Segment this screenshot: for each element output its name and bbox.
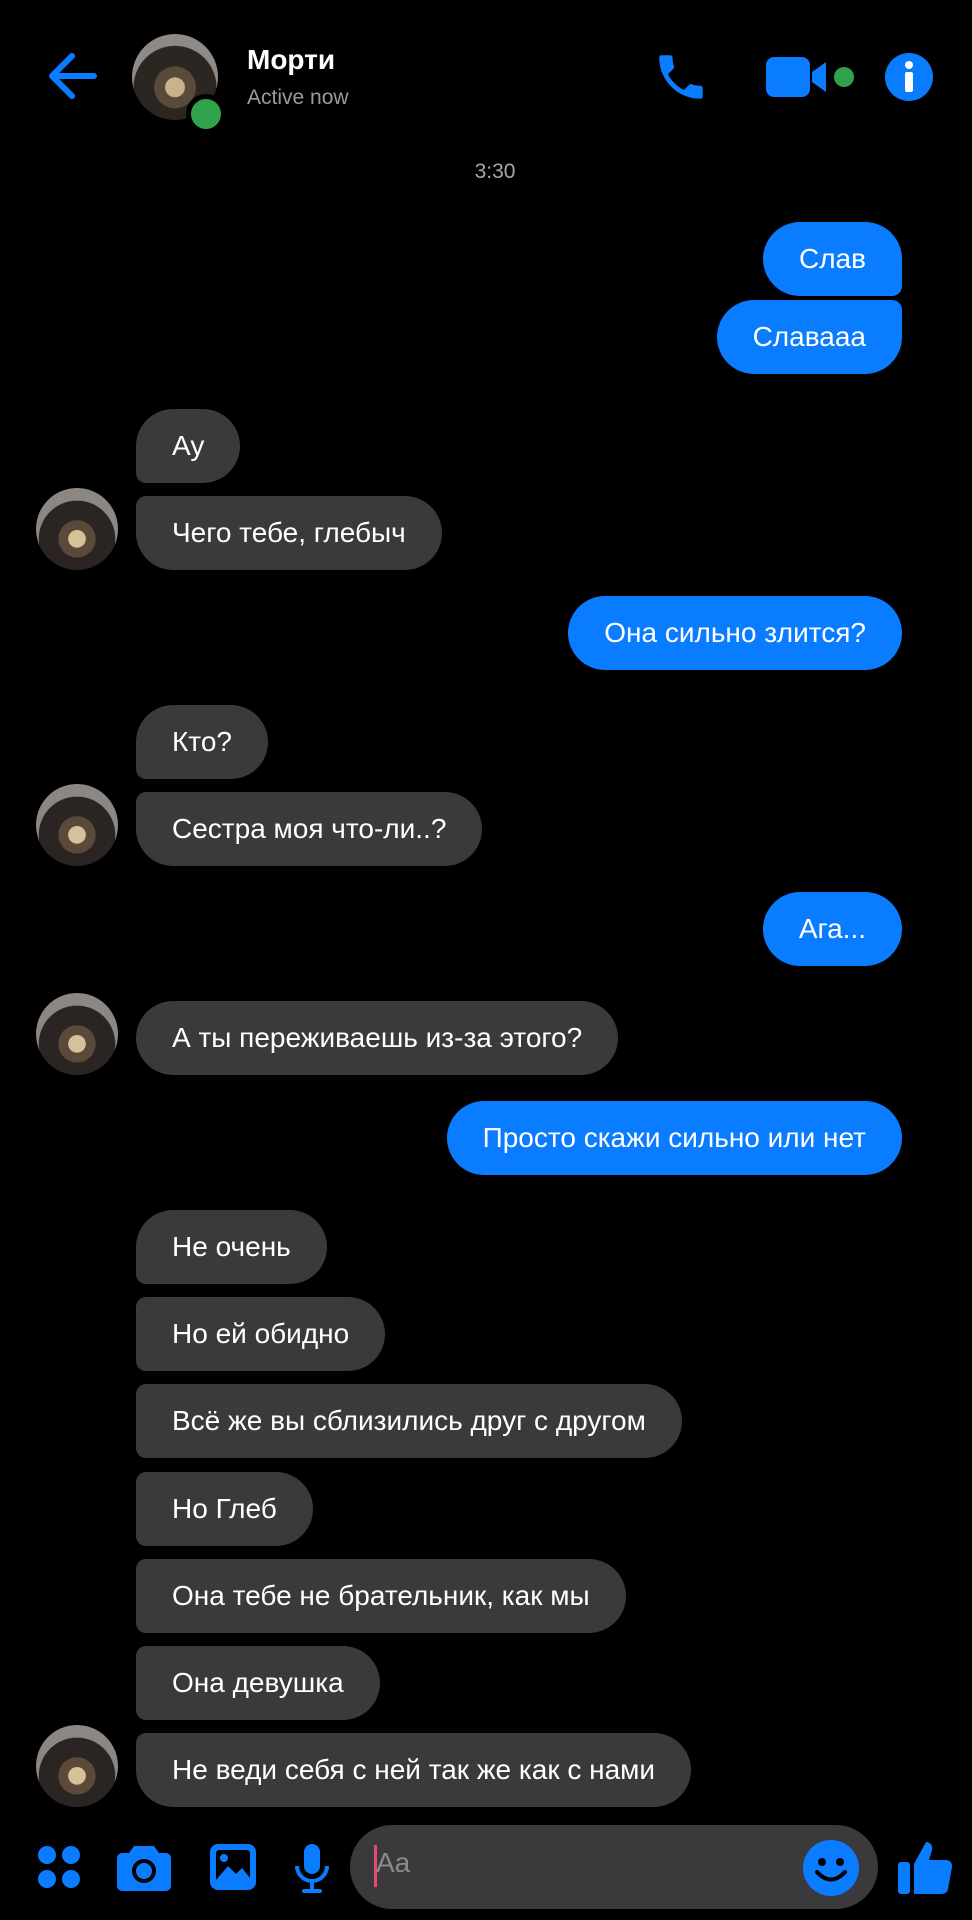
message-incoming[interactable]: Всё же вы сблизились друг с другом <box>136 1384 682 1458</box>
message-bubble[interactable]: Не веди себя с ней так же как с нами <box>136 1733 692 1807</box>
message-outgoing[interactable]: Ага... <box>762 892 902 966</box>
message-incoming[interactable]: Сестра моя что-ли..? <box>136 792 483 866</box>
message-bubble[interactable]: Она девушка <box>136 1646 380 1720</box>
message-bubble[interactable]: Сестра моя что-ли..? <box>136 792 483 866</box>
sender-avatar[interactable] <box>36 993 118 1075</box>
message-bubble[interactable]: Славааа <box>716 300 902 374</box>
message-outgoing[interactable]: Она сильно злится? <box>568 596 902 670</box>
message-outgoing[interactable]: Славааа <box>716 300 902 374</box>
message-composer: Aa <box>0 1810 972 1920</box>
message-incoming[interactable]: Но ей обидно <box>136 1297 386 1371</box>
contact-name[interactable]: Морти <box>247 44 335 76</box>
message-bubble[interactable]: Она тебе не брательник, как мы <box>136 1559 626 1633</box>
message-bubble[interactable]: Просто скажи сильно или нет <box>446 1101 902 1175</box>
message-bubble[interactable]: Она сильно злится? <box>568 596 902 670</box>
message-bubble[interactable]: Всё же вы сблизились друг с другом <box>136 1384 682 1458</box>
online-status-dot <box>186 94 226 134</box>
message-bubble[interactable]: Чего тебе, глебыч <box>136 496 442 570</box>
message-bubble[interactable]: Но ей обидно <box>136 1297 386 1371</box>
message-bubble[interactable]: Ага... <box>762 892 902 966</box>
back-arrow-icon[interactable] <box>44 46 102 106</box>
sender-avatar[interactable] <box>36 1725 118 1807</box>
message-outgoing[interactable]: Слав <box>762 222 902 296</box>
message-incoming[interactable]: Но Глеб <box>136 1472 313 1546</box>
info-icon[interactable] <box>884 52 934 102</box>
message-input-placeholder: Aa <box>376 1847 411 1878</box>
message-bubble[interactable]: А ты переживаешь из-за этого? <box>136 1001 619 1075</box>
message-bubble[interactable]: Но Глеб <box>136 1472 313 1546</box>
message-incoming[interactable]: А ты переживаешь из-за этого? <box>136 1001 619 1075</box>
sender-avatar[interactable] <box>36 488 118 570</box>
emoji-icon[interactable] <box>802 1839 860 1897</box>
message-incoming[interactable]: Кто? <box>136 705 268 779</box>
video-camera-icon[interactable] <box>764 54 856 100</box>
camera-icon[interactable] <box>116 1842 172 1892</box>
message-bubble[interactable]: Слав <box>762 222 902 296</box>
gallery-icon[interactable] <box>208 1842 258 1892</box>
message-incoming[interactable]: Она девушка <box>136 1646 380 1720</box>
message-incoming[interactable]: Чего тебе, глебыч <box>136 496 442 570</box>
chat-header: Морти Active now <box>0 0 972 150</box>
message-input[interactable]: Aa <box>350 1825 878 1909</box>
message-bubble[interactable]: Кто? <box>136 705 268 779</box>
contact-status: Active now <box>247 86 349 109</box>
message-incoming[interactable]: Не веди себя с ней так же как с нами <box>136 1733 692 1807</box>
microphone-icon[interactable] <box>292 1842 332 1896</box>
sender-avatar[interactable] <box>36 784 118 866</box>
message-incoming[interactable]: Ау <box>136 409 241 483</box>
message-bubble[interactable]: Не очень <box>136 1210 327 1284</box>
message-incoming[interactable]: Не очень <box>136 1210 327 1284</box>
message-bubble[interactable]: Ау <box>136 409 241 483</box>
message-incoming[interactable]: Она тебе не брательник, как мы <box>136 1559 626 1633</box>
message-timestamp: 3:30 <box>474 160 516 183</box>
phone-icon[interactable] <box>652 48 710 106</box>
thumbs-up-icon[interactable] <box>896 1838 954 1896</box>
menu-grid-icon[interactable] <box>36 1844 82 1890</box>
message-outgoing[interactable]: Просто скажи сильно или нет <box>446 1101 902 1175</box>
